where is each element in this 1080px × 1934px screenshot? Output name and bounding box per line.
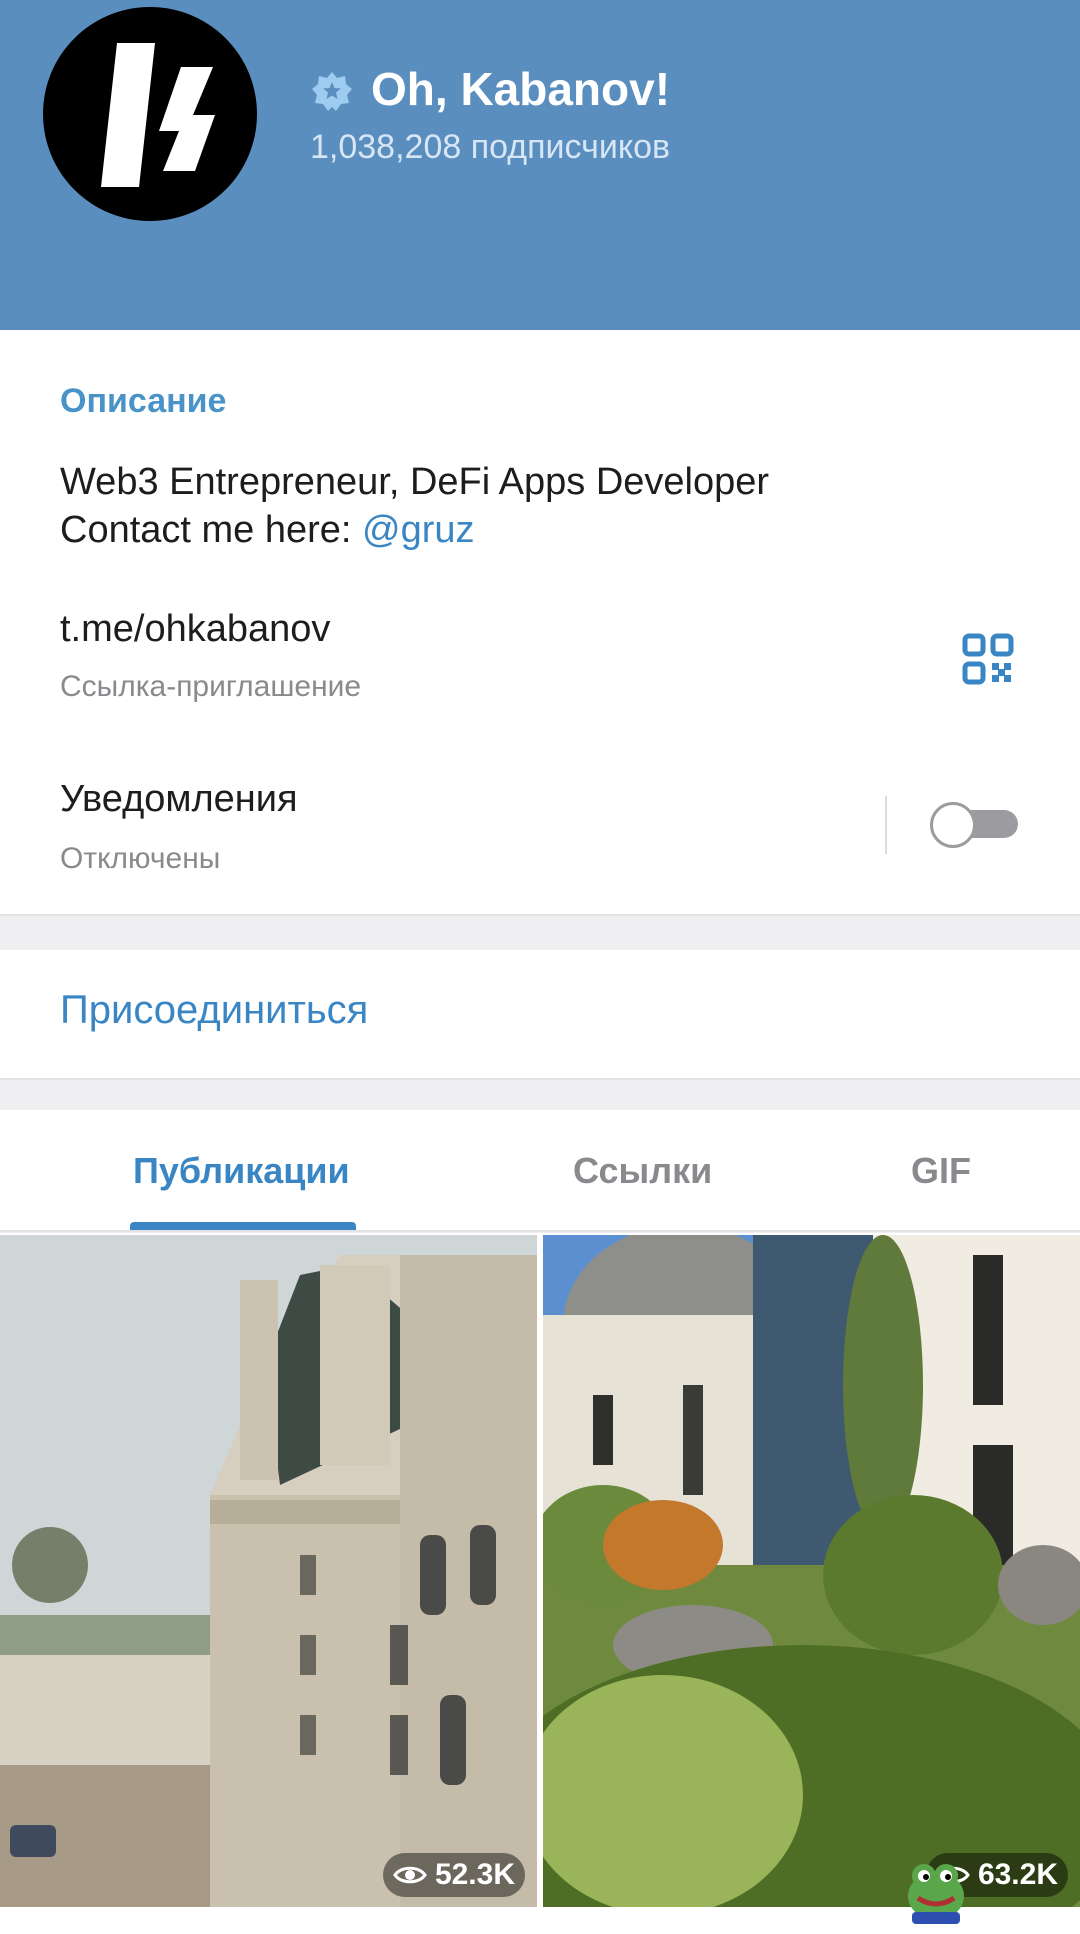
channel-header: Oh, Kabanov! 1,038,208 подписчиков [0,0,1080,330]
invite-link[interactable]: t.me/ohkabanov [60,608,330,651]
media-grid: 52.3K 63.2K [0,1233,1080,1934]
eye-icon [393,1866,427,1884]
subscriber-count: 1,038,208 подписчиков [310,128,671,166]
contact-mention-link[interactable]: @gruz [362,509,475,551]
description-line-1: Web3 Entrepreneur, DeFi Apps Developer [60,461,770,503]
active-tab-indicator [130,1222,356,1230]
notifications-toggle[interactable] [930,802,1018,848]
media-item-garden[interactable]: 63.2K [543,1235,1080,1907]
notifications-label: Уведомления [60,778,298,820]
tab-publications[interactable]: Публикации [133,1150,350,1192]
description-line-2-prefix: Contact me here: [60,509,363,551]
view-counter: 52.3K [382,1853,525,1897]
view-count: 52.3K [434,1858,515,1891]
frog-sticker-icon [908,1864,964,1924]
tab-links[interactable]: Ссылки [573,1150,712,1192]
join-card: Присоединиться [0,950,1080,1080]
channel-info-card: Описание Web3 Entrepreneur, DeFi Apps De… [0,330,1080,916]
verified-badge-icon [312,72,352,111]
description-line-2: Contact me here: @gruz [60,506,960,554]
description-title: Описание [60,382,227,420]
castle-photo [0,1235,537,1907]
garden-photo [543,1235,1080,1907]
media-item-castle[interactable]: 52.3K [0,1235,537,1907]
view-count: 63.2K [977,1858,1058,1891]
channel-name: Oh, Kabanov! [371,63,671,115]
invite-link-label: Ссылка-приглашение [60,670,362,703]
join-button[interactable]: Присоединиться [60,988,368,1033]
description-text: Web3 Entrepreneur, DeFi Apps Developer C… [60,458,960,554]
channel-logo-icon [101,43,215,187]
tab-gif[interactable]: GIF [911,1150,971,1192]
notifications-state: Отключены [60,842,221,875]
channel-avatar[interactable] [43,7,257,221]
media-tabs: Публикации Ссылки GIF [0,1110,1080,1232]
qr-code-icon[interactable] [962,633,1014,685]
notifications-divider [885,796,887,854]
toggle-knob [930,802,976,848]
